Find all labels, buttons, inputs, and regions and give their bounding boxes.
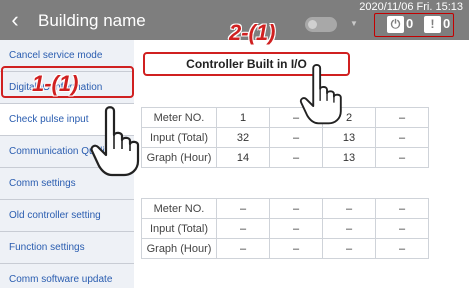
toggle-knob xyxy=(308,20,317,29)
table-cell: – xyxy=(375,147,429,168)
row-label: Meter NO. xyxy=(141,198,217,219)
pulse-table-1: Meter NO. 1 – 2 – Input (Total) 32 – 13 … xyxy=(141,107,429,168)
table-cell: – xyxy=(269,238,323,259)
table-row: Graph (Hour) 14 – 13 – xyxy=(141,147,429,168)
table-cell: – xyxy=(216,238,270,259)
chevron-down-icon: ▼ xyxy=(350,19,358,28)
table-cell: – xyxy=(322,218,376,239)
pointing-hand-icon xyxy=(90,106,140,177)
table-row: Graph (Hour) – – – – xyxy=(141,238,429,259)
table-cell: – xyxy=(375,107,429,128)
pulse-table-2: Meter NO. – – – – Input (Total) – – – – … xyxy=(141,198,429,259)
table-cell: 13 xyxy=(322,127,376,148)
table-cell: – xyxy=(375,127,429,148)
table-cell: – xyxy=(216,218,270,239)
alarm-count: 0 xyxy=(443,16,451,31)
table-cell: – xyxy=(269,127,323,148)
status-highlight-box xyxy=(374,13,454,37)
pointing-hand-icon xyxy=(299,64,342,125)
power-count: 0 xyxy=(406,16,414,31)
step-label-2: 2-(1) xyxy=(229,20,276,45)
table-row: Input (Total) 32 – 13 – xyxy=(141,127,429,148)
alarm-warning-icon[interactable]: ! xyxy=(424,16,441,33)
table-cell: 1 xyxy=(216,107,270,128)
table-row: Input (Total) – – – – xyxy=(141,218,429,239)
row-label: Graph (Hour) xyxy=(141,238,217,259)
table-row: Meter NO. 1 – 2 – xyxy=(141,107,429,128)
datetime-label: 2020/11/06 Fri. 15:13 xyxy=(359,1,463,13)
table-cell: 14 xyxy=(216,147,270,168)
table-row: Meter NO. – – – – xyxy=(141,198,429,219)
table-cell: – xyxy=(322,238,376,259)
back-button[interactable]: ‹ xyxy=(5,9,25,32)
sidebar-item-old-controller-setting[interactable]: Old controller setting xyxy=(0,200,134,232)
table-cell: 13 xyxy=(322,147,376,168)
table-cell: – xyxy=(269,198,323,219)
row-label: Graph (Hour) xyxy=(141,147,217,168)
row-label: Input (Total) xyxy=(141,127,217,148)
table-cell: 32 xyxy=(216,127,270,148)
page-title: Building name xyxy=(38,11,146,30)
table-cell: – xyxy=(269,218,323,239)
mode-toggle[interactable] xyxy=(305,17,337,32)
table-cell: – xyxy=(375,198,429,219)
step-label-1: 1-(1) xyxy=(32,71,79,96)
row-label: Meter NO. xyxy=(141,107,217,128)
power-icon[interactable]: ⏻ xyxy=(387,16,404,33)
table-cell: – xyxy=(375,218,429,239)
table-cell: – xyxy=(269,147,323,168)
sidebar-item-function-settings[interactable]: Function settings xyxy=(0,232,134,264)
sidebar-item-comm-software-update[interactable]: Comm software update xyxy=(0,264,134,288)
table-cell: – xyxy=(322,198,376,219)
table-cell: – xyxy=(216,198,270,219)
row-label: Input (Total) xyxy=(141,218,217,239)
table-cell: – xyxy=(375,238,429,259)
